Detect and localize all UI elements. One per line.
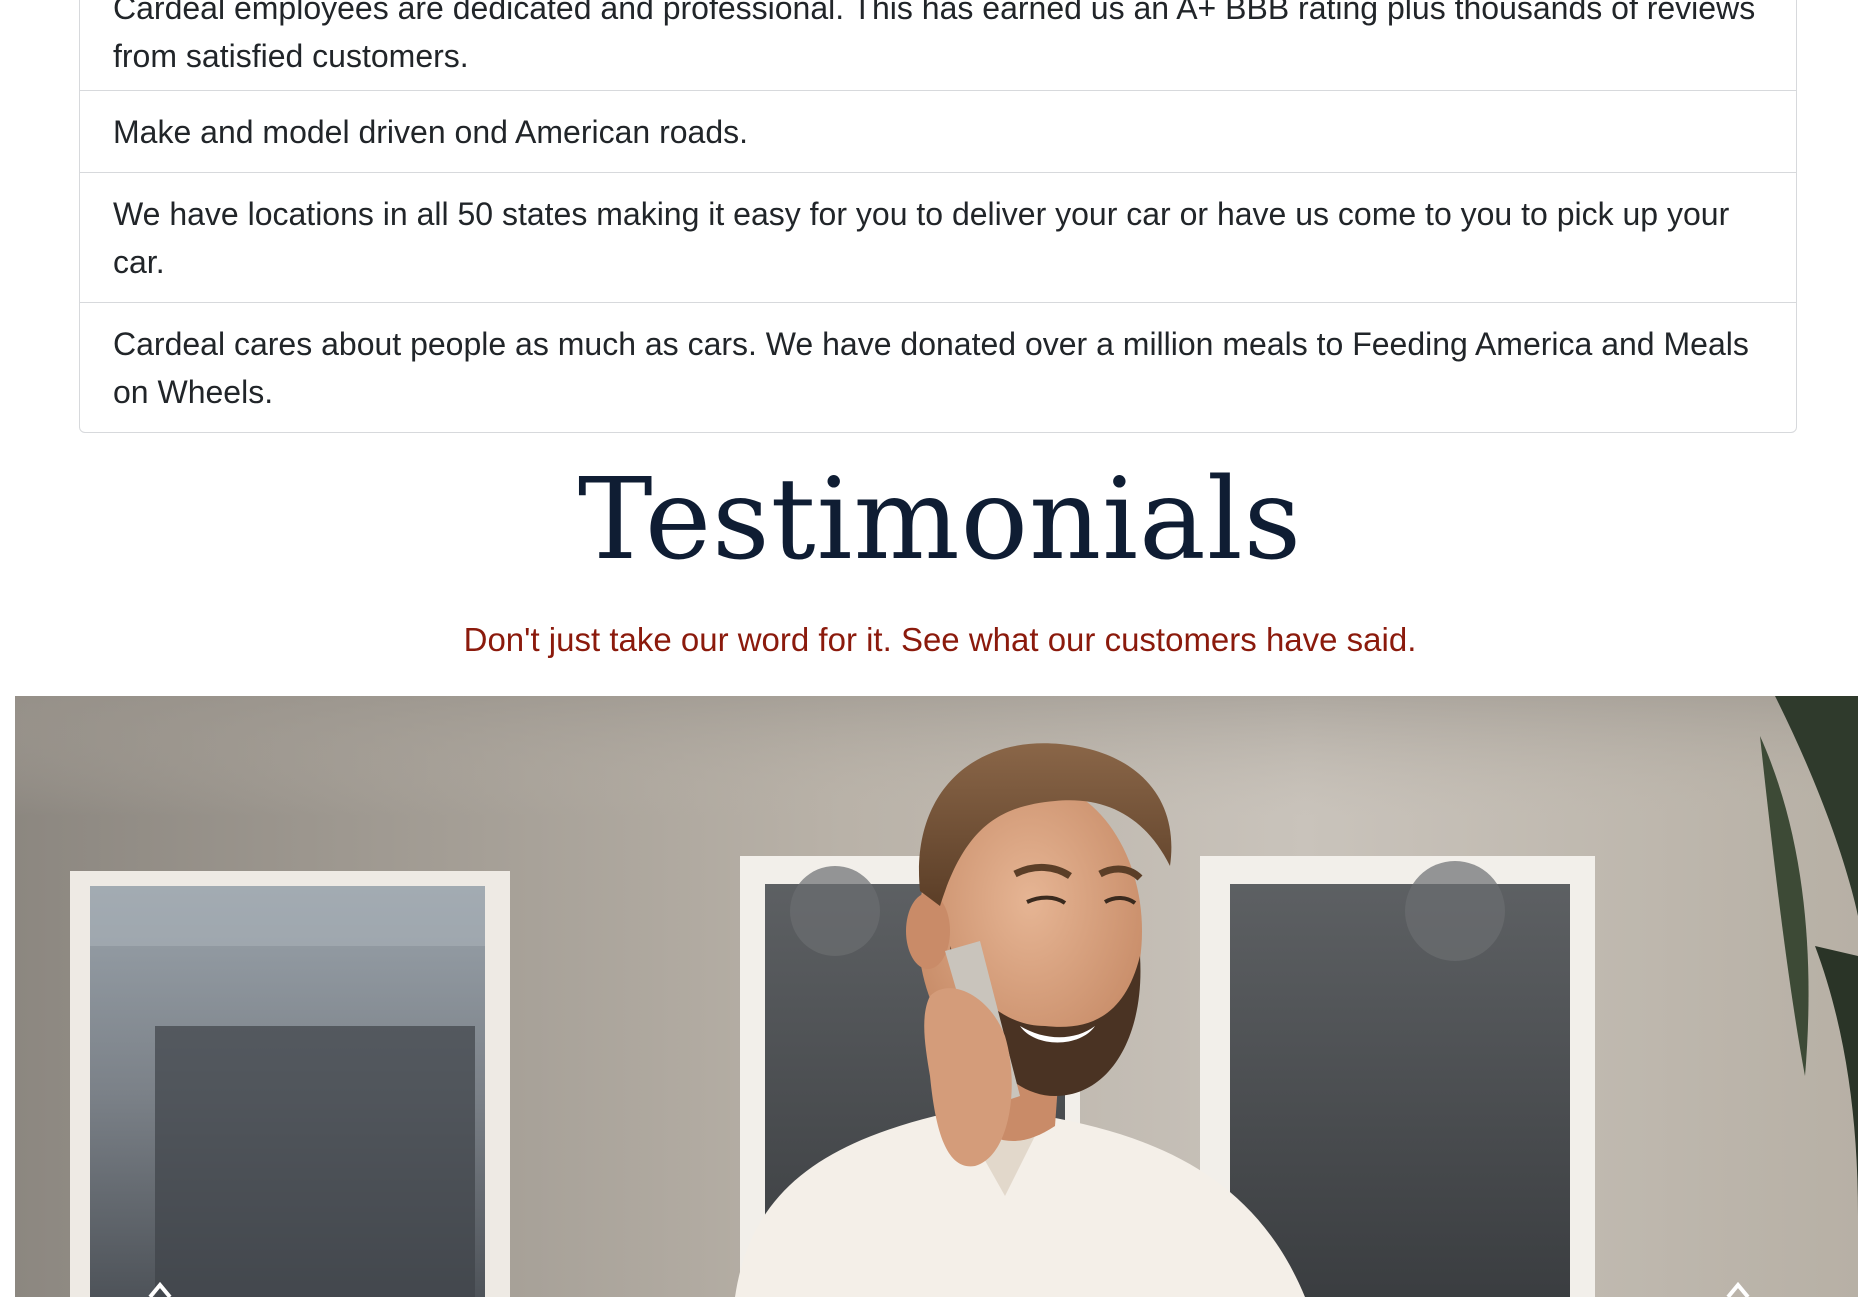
features-list: Cardeal employees are dedicated and prof… <box>79 0 1797 433</box>
testimonial-photo <box>15 696 1858 1297</box>
carousel-prev-button[interactable] <box>115 1237 205 1297</box>
list-item: Cardeal cares about people as much as ca… <box>80 302 1796 432</box>
list-item: Cardeal employees are dedicated and prof… <box>80 0 1796 90</box>
testimonial-carousel[interactable] <box>15 696 1858 1297</box>
feature-text: Make and model driven ond American roads… <box>113 113 749 150</box>
feature-text: Cardeal cares about people as much as ca… <box>113 325 1749 410</box>
list-item: We have locations in all 50 states makin… <box>80 172 1796 302</box>
list-item: Make and model driven ond American roads… <box>80 90 1796 172</box>
carousel-next-button[interactable] <box>1693 1237 1783 1297</box>
testimonials-title: Testimonials <box>577 455 1303 585</box>
testimonials-subtitle: Don't just take our word for it. See wha… <box>463 621 1417 658</box>
feature-text: Cardeal employees are dedicated and prof… <box>113 0 1756 74</box>
chevron-left-icon <box>148 1281 172 1297</box>
feature-text: We have locations in all 50 states makin… <box>113 195 1730 280</box>
chevron-right-icon <box>1726 1281 1750 1297</box>
